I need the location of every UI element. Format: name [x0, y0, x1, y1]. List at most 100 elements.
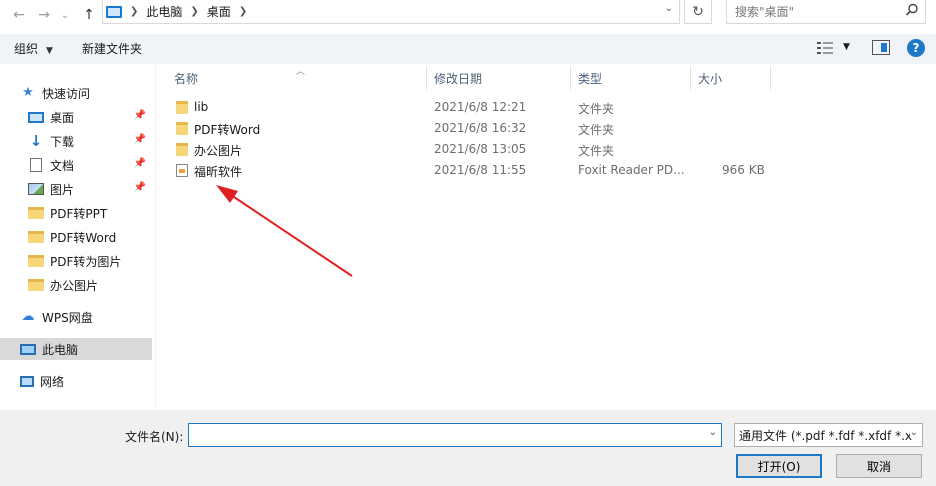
pin-icon: 📌: [133, 110, 146, 121]
sidebar-item-desktop[interactable]: 桌面 📌: [0, 106, 152, 128]
sidebar-item-quick-access[interactable]: ★ 快速访问: [0, 82, 152, 104]
caret-down-icon: ▼: [46, 46, 53, 56]
document-icon: [30, 158, 42, 172]
recent-locations-button[interactable]: ⌄: [58, 4, 72, 26]
chevron-down-icon[interactable]: ⌄: [909, 427, 918, 438]
sidebar-item-label: 快速访问: [42, 86, 91, 101]
column-divider[interactable]: [770, 66, 771, 90]
file-type: 文件夹: [578, 102, 615, 116]
sidebar-item-downloads[interactable]: ↓ 下载 📌: [0, 130, 152, 152]
file-date: 2021/6/8 11:55: [434, 163, 527, 177]
sort-ascending-icon: ︿: [296, 67, 306, 77]
sidebar-item-network[interactable]: 网络: [0, 370, 152, 392]
new-folder-button[interactable]: 新建文件夹: [82, 40, 142, 57]
back-button[interactable]: ←: [8, 4, 30, 26]
file-name: PDF转Word: [194, 123, 261, 137]
file-name: 福昕软件: [194, 165, 243, 179]
chevron-down-icon: ⌄: [60, 9, 70, 21]
folder-icon: [28, 255, 44, 267]
address-bar[interactable]: ❯ 此电脑 ❯ 桌面 ❯ ⌄: [102, 0, 680, 24]
column-divider[interactable]: [570, 66, 571, 90]
file-list: ︿ 名称 修改日期 类型 大小 lib 2021/6/8 12:21 文件夹 P…: [156, 64, 936, 410]
search-icon[interactable]: [905, 3, 919, 17]
table-row[interactable]: 福昕软件 2021/6/8 11:55 Foxit Reader PD... 9…: [170, 160, 770, 181]
sidebar-item-pictures[interactable]: 图片 📌: [0, 178, 152, 200]
chevron-down-icon[interactable]: ⌄: [709, 427, 717, 438]
column-header-name[interactable]: 名称: [174, 70, 198, 90]
column-header-date[interactable]: 修改日期: [434, 70, 482, 90]
forward-button[interactable]: →: [33, 4, 55, 26]
computer-icon: [106, 5, 122, 18]
refresh-button[interactable]: ↻: [684, 0, 712, 24]
view-dropdown-icon[interactable]: ▼: [843, 42, 850, 52]
address-row: ← → ⌄ ↑ ❯ 此电脑 ❯ 桌面 ❯ ⌄ ↻ 搜索"桌面": [0, 0, 936, 34]
dialog-footer: 文件名(N): ⌄ 通用文件 (*.pdf *.fdf *.xfdf *.x ⌄…: [0, 410, 936, 486]
picture-icon: [28, 183, 44, 195]
sidebar-item-wps-cloud[interactable]: ☁ WPS网盘: [0, 306, 152, 328]
preview-pane-icon[interactable]: [872, 40, 890, 55]
breadcrumb-desktop[interactable]: 桌面: [207, 3, 231, 20]
open-button[interactable]: 打开(O): [736, 454, 822, 478]
sidebar-item-pdf-to-word[interactable]: PDF转Word: [0, 226, 152, 248]
search-input[interactable]: 搜索"桌面": [735, 3, 794, 20]
view-options-icon[interactable]: [817, 41, 833, 55]
forward-arrow-icon: →: [38, 7, 50, 23]
sidebar-item-pdf-to-ppt[interactable]: PDF转PPT: [0, 202, 152, 224]
search-box[interactable]: 搜索"桌面": [726, 0, 926, 24]
pin-icon: 📌: [133, 134, 146, 145]
folder-icon: [176, 101, 188, 114]
file-type: 文件夹: [578, 123, 615, 137]
star-icon: ★: [22, 85, 34, 100]
organize-label: 组织: [14, 42, 39, 56]
filename-input[interactable]: [189, 424, 689, 446]
network-icon: [20, 375, 34, 387]
filetype-select[interactable]: 通用文件 (*.pdf *.fdf *.xfdf *.x ⌄: [734, 423, 923, 447]
file-date: 2021/6/8 12:21: [434, 100, 527, 114]
file-type: Foxit Reader PD...: [578, 163, 685, 177]
pin-icon: 📌: [133, 182, 146, 193]
pdf-file-icon: [176, 164, 188, 177]
sidebar-item-label: 文档: [50, 158, 75, 173]
sidebar-item-label: 桌面: [50, 110, 75, 125]
column-header-type[interactable]: 类型: [578, 70, 602, 90]
sidebar-item-label: 图片: [50, 182, 75, 197]
chevron-right-icon: ❯: [190, 6, 199, 17]
file-name: lib: [194, 100, 209, 114]
filename-combobox[interactable]: ⌄: [188, 423, 722, 447]
cancel-button[interactable]: 取消: [836, 454, 922, 478]
sidebar-item-this-pc[interactable]: 此电脑: [0, 338, 152, 360]
file-name: 办公图片: [194, 144, 243, 158]
sidebar-item-pdf-to-image[interactable]: PDF转为图片: [0, 250, 152, 272]
address-dropdown-icon[interactable]: ⌄: [665, 3, 673, 14]
sidebar-item-label: PDF转为图片: [50, 254, 122, 269]
sidebar-item-label: 网络: [40, 374, 65, 389]
organize-button[interactable]: 组织 ▼: [14, 40, 53, 57]
sidebar-item-label: PDF转Word: [50, 230, 117, 245]
file-date: 2021/6/8 13:05: [434, 142, 527, 156]
cloud-icon: ☁: [21, 309, 35, 324]
up-button[interactable]: ↑: [78, 4, 100, 26]
column-header-size[interactable]: 大小: [698, 70, 722, 90]
folder-icon: [176, 143, 188, 156]
chevron-right-icon: ❯: [130, 6, 139, 17]
sidebar-item-documents[interactable]: 文档 📌: [0, 154, 152, 176]
table-row[interactable]: PDF转Word 2021/6/8 16:32 文件夹: [170, 118, 770, 139]
back-arrow-icon: ←: [13, 7, 25, 23]
folder-icon: [176, 122, 188, 135]
sidebar-item-label: WPS网盘: [42, 310, 93, 325]
file-size: 966 KB: [722, 163, 765, 177]
column-divider[interactable]: [690, 66, 691, 90]
breadcrumb-computer[interactable]: 此电脑: [146, 3, 182, 20]
column-divider[interactable]: [426, 66, 427, 90]
chevron-right-icon: ❯: [238, 6, 248, 17]
table-row[interactable]: 办公图片 2021/6/8 13:05 文件夹: [170, 139, 770, 160]
filename-label: 文件名(N):: [125, 430, 184, 444]
help-icon[interactable]: ?: [907, 39, 925, 57]
folder-icon: [28, 231, 44, 243]
sidebar-item-label: 下载: [50, 134, 75, 149]
sidebar-item-office-images[interactable]: 办公图片: [0, 274, 152, 296]
pin-icon: 📌: [133, 158, 146, 169]
sidebar-item-label: PDF转PPT: [50, 206, 108, 221]
table-row[interactable]: lib 2021/6/8 12:21 文件夹: [170, 97, 770, 118]
folder-icon: [28, 207, 44, 219]
